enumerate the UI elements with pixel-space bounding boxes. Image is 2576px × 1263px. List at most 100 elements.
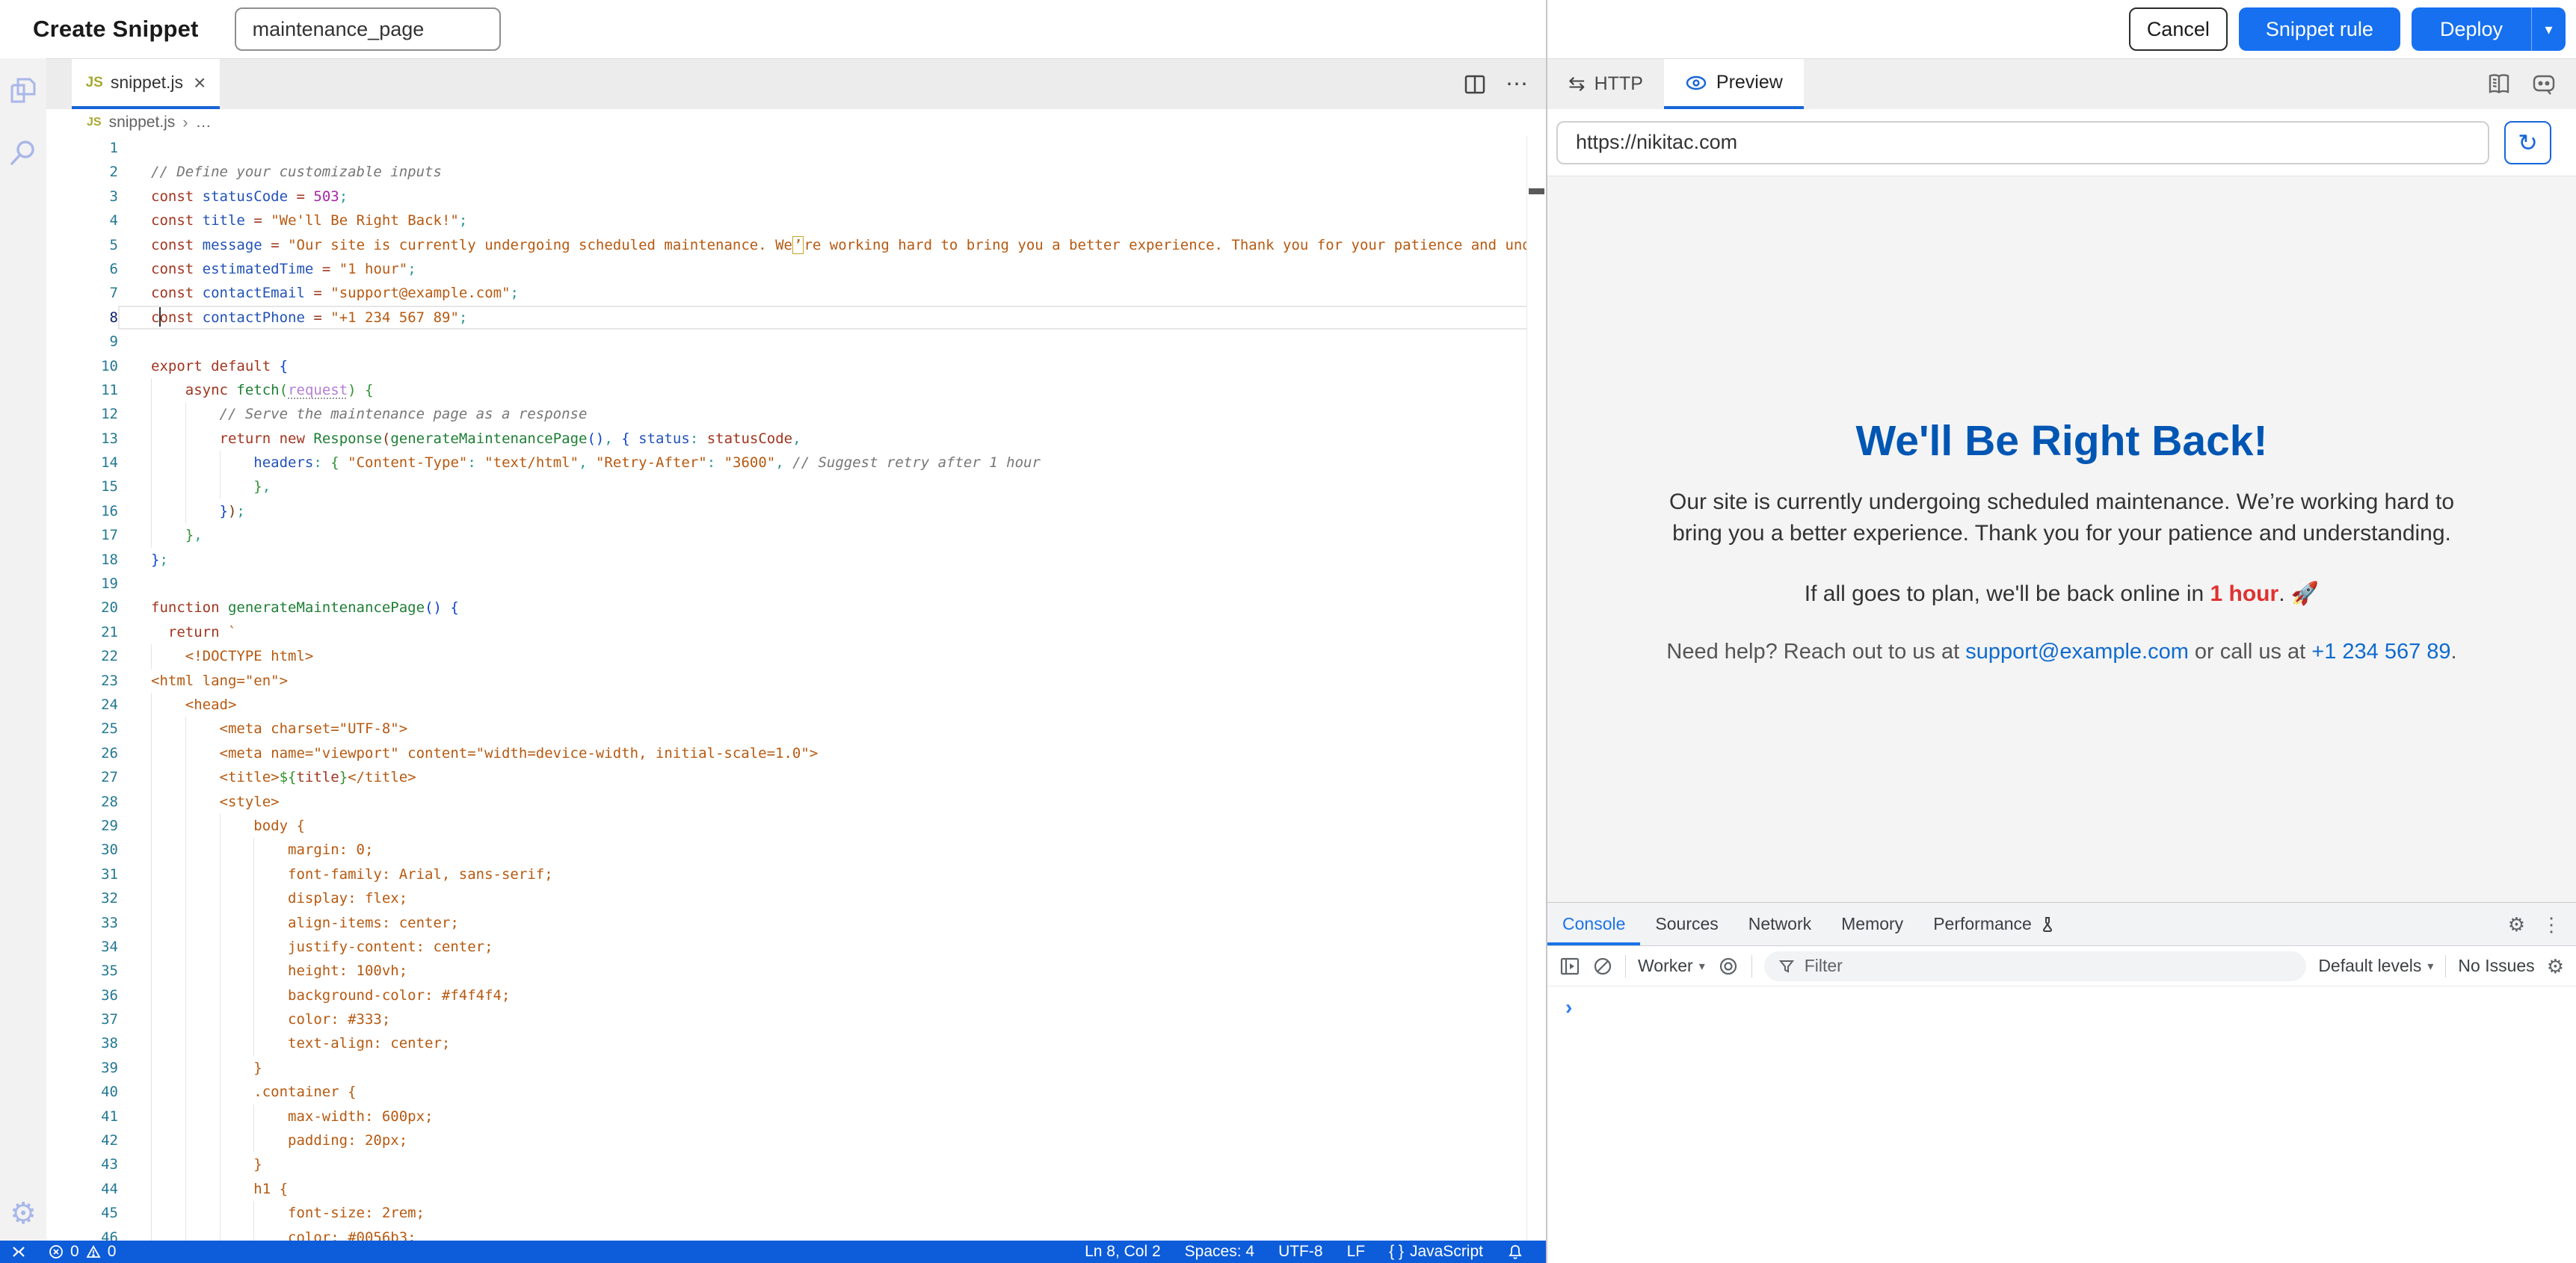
code-line[interactable]: 36 background-color: #f4f4f4;: [46, 983, 1546, 1007]
code-line[interactable]: 39 }: [46, 1056, 1546, 1080]
live-expression-eye-icon[interactable]: [1717, 956, 1740, 977]
console-settings-icon[interactable]: ⚙: [2547, 957, 2564, 976]
code-editor[interactable]: 12// Define your customizable inputs3con…: [46, 136, 1546, 1241]
split-editor-icon[interactable]: [1464, 73, 1486, 96]
deploy-dropdown-button[interactable]: ▾: [2531, 7, 2566, 51]
code-line[interactable]: 22 <!DOCTYPE html>: [46, 644, 1546, 668]
code-line[interactable]: 1: [46, 136, 1546, 160]
eol-setting[interactable]: LF: [1347, 1243, 1366, 1261]
code-line[interactable]: 27 <title>${title}</title>: [46, 765, 1546, 789]
phone-link[interactable]: +1 234 567 89: [2311, 640, 2450, 664]
devtools-menu-icon[interactable]: ⋮: [2542, 915, 2561, 934]
clear-console-icon[interactable]: [1592, 956, 1613, 977]
devtools-tab-memory[interactable]: Memory: [1826, 903, 1918, 945]
devtools-tab-performance[interactable]: Performance: [1918, 903, 2071, 945]
code-line[interactable]: 24 <head>: [46, 693, 1546, 717]
support-email-link[interactable]: support@example.com: [1965, 640, 2189, 664]
reload-button[interactable]: ↻: [2504, 121, 2551, 164]
preview-url-input[interactable]: [1556, 121, 2489, 164]
tab-snippet-js[interactable]: JS snippet.js ×: [72, 59, 220, 109]
console-sidebar-toggle-icon[interactable]: [1559, 956, 1580, 977]
code-line[interactable]: 33 align-items: center;: [46, 911, 1546, 935]
code-line[interactable]: 34 justify-content: center;: [46, 935, 1546, 959]
line-number: 13: [46, 427, 118, 451]
console-filter-input[interactable]: Filter: [1764, 951, 2307, 981]
code-line[interactable]: 35 height: 100vh;: [46, 959, 1546, 983]
code-line[interactable]: 23<html lang="en">: [46, 669, 1546, 693]
docs-book-icon[interactable]: [2486, 72, 2512, 96]
tab-label: snippet.js: [111, 72, 183, 93]
deploy-button[interactable]: Deploy: [2412, 7, 2531, 51]
code-line[interactable]: 21 return `: [46, 620, 1546, 644]
code-line[interactable]: 18};: [46, 548, 1546, 572]
tab-http[interactable]: ⇆ HTTP: [1547, 59, 1664, 109]
line-number: 24: [46, 693, 118, 717]
left-header: Create Snippet: [0, 0, 1546, 58]
code-line[interactable]: 32 display: flex;: [46, 886, 1546, 910]
devtools-settings-icon[interactable]: ⚙: [2508, 915, 2525, 934]
code-line[interactable]: 43 }: [46, 1152, 1546, 1176]
code-line[interactable]: 12 // Serve the maintenance page as a re…: [46, 402, 1546, 426]
issues-counter[interactable]: No Issues: [2458, 956, 2534, 976]
code-line[interactable]: 25 <meta charset="UTF-8">: [46, 717, 1546, 741]
code-line[interactable]: 26 <meta name="viewport" content="width=…: [46, 741, 1546, 765]
more-actions-icon[interactable]: ⋯: [1506, 73, 1528, 96]
code-line[interactable]: 7const contactEmail = "support@example.c…: [46, 281, 1546, 305]
code-line[interactable]: 37 color: #333;: [46, 1007, 1546, 1031]
devtools-tab-sources[interactable]: Sources: [1640, 903, 1733, 945]
code-line[interactable]: 13 return new Response(generateMaintenan…: [46, 427, 1546, 451]
code-line[interactable]: 31 font-family: Arial, sans-serif;: [46, 862, 1546, 886]
cursor-position[interactable]: Ln 8, Col 2: [1085, 1243, 1161, 1261]
code-line[interactable]: 4const title = "We'll Be Right Back!";: [46, 209, 1546, 232]
problems-indicator[interactable]: 0 0: [48, 1243, 116, 1261]
discord-icon[interactable]: [2531, 72, 2557, 96]
code-line[interactable]: 45 font-size: 2rem;: [46, 1201, 1546, 1225]
code-line[interactable]: 17 },: [46, 523, 1546, 547]
code-line[interactable]: 9: [46, 330, 1546, 353]
code-line[interactable]: 2// Define your customizable inputs: [46, 160, 1546, 184]
tab-close-icon[interactable]: ×: [194, 72, 206, 93]
code-line[interactable]: 29 body {: [46, 814, 1546, 838]
settings-gear-icon[interactable]: ⚙: [10, 1199, 37, 1229]
code-line[interactable]: 10export default {: [46, 354, 1546, 378]
context-selector[interactable]: Worker ▾: [1638, 956, 1705, 976]
remote-indicator-icon[interactable]: [10, 1244, 27, 1260]
files-icon[interactable]: [7, 75, 39, 106]
code-line[interactable]: 6const estimatedTime = "1 hour";: [46, 257, 1546, 281]
code-line[interactable]: 16 });: [46, 499, 1546, 523]
devtools-tab-console[interactable]: Console: [1547, 903, 1640, 945]
code-line[interactable]: 14 headers: { "Content-Type": "text/html…: [46, 451, 1546, 475]
code-line[interactable]: 30 margin: 0;: [46, 838, 1546, 862]
tab-preview[interactable]: Preview: [1664, 59, 1804, 109]
breadcrumb-file[interactable]: snippet.js: [109, 114, 176, 132]
editor-scrollbar[interactable]: [1526, 136, 1546, 1241]
devtools-tab-network[interactable]: Network: [1734, 903, 1826, 945]
code-line[interactable]: 5const message = "Our site is currently …: [46, 233, 1546, 257]
code-line[interactable]: 8const contactPhone = "+1 234 567 89";: [46, 306, 1546, 330]
code-line[interactable]: 15 },: [46, 475, 1546, 498]
language-mode[interactable]: { } JavaScript: [1389, 1243, 1483, 1261]
search-icon[interactable]: [7, 138, 39, 169]
code-line[interactable]: 42 padding: 20px;: [46, 1128, 1546, 1152]
cancel-button[interactable]: Cancel: [2129, 7, 2228, 51]
code-line[interactable]: 38 text-align: center;: [46, 1031, 1546, 1055]
notifications-bell-icon[interactable]: [1507, 1244, 1523, 1260]
code-line[interactable]: 28 <style>: [46, 790, 1546, 814]
code-line[interactable]: 40 .container {: [46, 1080, 1546, 1104]
log-levels-dropdown[interactable]: Default levels ▾: [2318, 956, 2433, 976]
snippet-rule-button[interactable]: Snippet rule: [2239, 7, 2400, 51]
code-line[interactable]: 19: [46, 572, 1546, 596]
encoding-setting[interactable]: UTF-8: [1278, 1243, 1323, 1261]
console-prompt-chevron[interactable]: ›: [1565, 997, 2576, 1018]
code-line[interactable]: 44 h1 {: [46, 1177, 1546, 1201]
code-line[interactable]: 11 async fetch(request) {: [46, 378, 1546, 402]
code-line[interactable]: 20function generateMaintenancePage() {: [46, 596, 1546, 620]
code-line[interactable]: 46 color: #0056b3;: [46, 1226, 1546, 1241]
snippet-name-input[interactable]: [235, 7, 501, 51]
breadcrumb[interactable]: JS snippet.js › …: [46, 109, 1546, 136]
indentation-setting[interactable]: Spaces: 4: [1185, 1243, 1254, 1261]
code-line[interactable]: 3const statusCode = 503;: [46, 185, 1546, 209]
console-output[interactable]: ›: [1547, 986, 2576, 1263]
breadcrumb-more[interactable]: …: [196, 114, 212, 132]
code-line[interactable]: 41 max-width: 600px;: [46, 1105, 1546, 1128]
